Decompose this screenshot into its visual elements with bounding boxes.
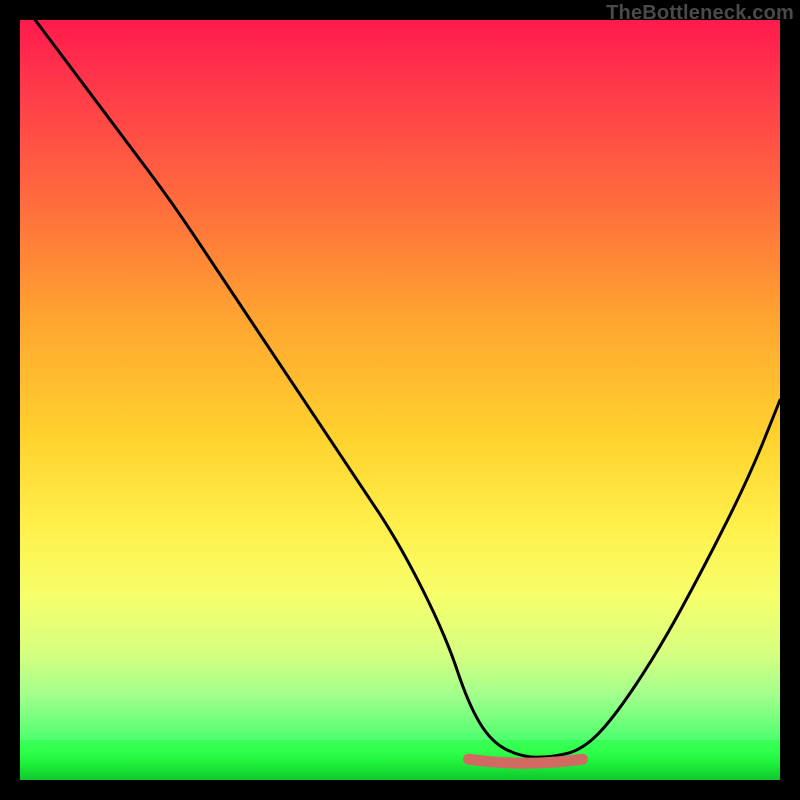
plot-area	[20, 20, 780, 780]
flat-minimum-marker	[468, 759, 582, 763]
bottleneck-curve-path	[35, 20, 780, 757]
bottleneck-curve-svg	[20, 20, 780, 780]
chart-frame	[20, 20, 780, 780]
